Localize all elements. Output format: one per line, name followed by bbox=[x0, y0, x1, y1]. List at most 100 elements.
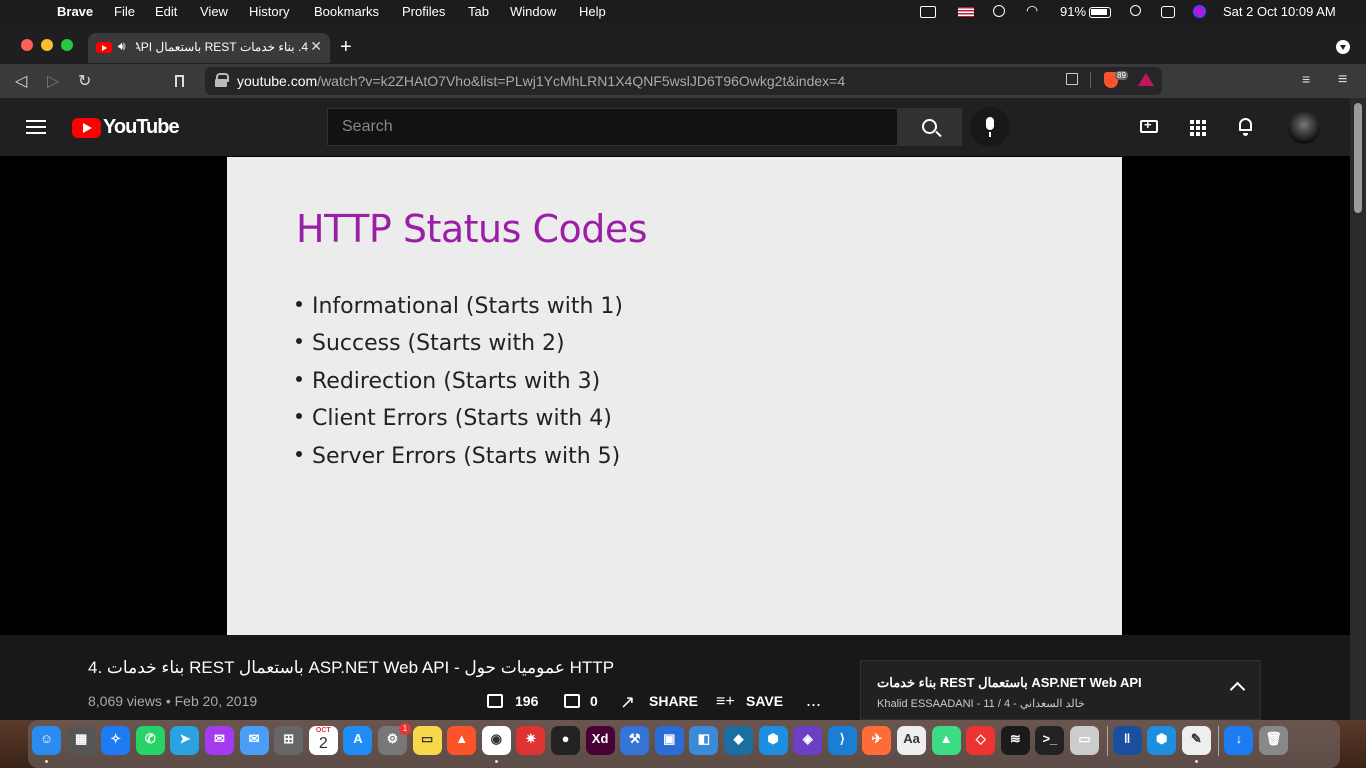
notes-icon[interactable]: ▭ bbox=[412, 726, 442, 755]
tab-title: 4. بناء خدمات REST باستعمال ASP.NET Web … bbox=[136, 40, 308, 54]
notifications-bell-icon[interactable] bbox=[1239, 118, 1252, 136]
menu-window[interactable]: Window bbox=[510, 4, 556, 19]
bookmark-icon[interactable] bbox=[175, 75, 184, 87]
trash-icon[interactable]: 🗑 bbox=[1259, 726, 1288, 755]
window-minimize-button[interactable] bbox=[41, 39, 53, 51]
create-video-icon[interactable] bbox=[1140, 117, 1158, 133]
adobe-xd-icon[interactable]: Xd bbox=[585, 726, 615, 755]
messenger-icon[interactable]: ✉ bbox=[205, 726, 234, 755]
telegram-icon[interactable]: ➤ bbox=[170, 726, 200, 755]
siri-icon[interactable] bbox=[1193, 5, 1206, 18]
slide-bullet: Success (Starts with 2) bbox=[296, 331, 565, 356]
tab-close-icon[interactable]: ✕ bbox=[310, 38, 322, 55]
hamburger-menu-icon[interactable] bbox=[26, 120, 46, 134]
battery-icon[interactable] bbox=[1089, 7, 1111, 18]
video-title: 4. بناء خدمات REST باستعمال ASP.NET Web … bbox=[88, 658, 615, 677]
docker-whale-icon[interactable]: ⬢ bbox=[1147, 726, 1177, 755]
anydesk-icon[interactable]: ◇ bbox=[966, 726, 996, 755]
search-button[interactable] bbox=[898, 108, 962, 146]
brave-rewards-icon[interactable] bbox=[1138, 73, 1154, 86]
menu-profiles[interactable]: Profiles bbox=[402, 4, 445, 19]
menu-tab[interactable]: Tab bbox=[468, 4, 489, 19]
compass-icon[interactable]: ✷ bbox=[516, 726, 546, 755]
share-icon[interactable]: ↗ bbox=[620, 692, 635, 713]
like-count[interactable]: 196 bbox=[515, 693, 538, 709]
tab-search-chevron-icon[interactable] bbox=[1336, 40, 1350, 54]
share-button[interactable]: SHARE bbox=[649, 693, 698, 709]
android-studio-icon[interactable]: ▲ bbox=[931, 726, 961, 755]
share-page-icon[interactable] bbox=[1066, 73, 1078, 85]
browser-tab-active[interactable]: 🔊︎ 4. بناء خدمات REST باستعمال ASP.NET W… bbox=[88, 33, 330, 63]
screen-mirroring-icon[interactable] bbox=[920, 6, 936, 18]
like-icon[interactable] bbox=[487, 694, 503, 708]
mysql-workbench-icon[interactable]: ◆ bbox=[724, 726, 753, 755]
back-button[interactable]: ◁ bbox=[15, 71, 27, 91]
menubar-clock[interactable]: Sat 2 Oct 10:09 AM bbox=[1223, 4, 1336, 19]
new-tab-button[interactable]: + bbox=[340, 36, 352, 59]
mail-icon[interactable]: ✉ bbox=[239, 726, 269, 755]
launchpad-icon[interactable]: ▦ bbox=[66, 726, 96, 755]
address-bar[interactable]: youtube.com/watch?v=k2ZHAtO7Vho&list=PLw… bbox=[205, 67, 1162, 95]
battery-percent: 91% bbox=[1060, 4, 1087, 19]
system-preferences-icon[interactable]: ⚙ 1 bbox=[378, 723, 411, 755]
visual-studio-icon[interactable]: ◈ bbox=[793, 726, 823, 755]
upload-date: Feb 20, 2019 bbox=[174, 693, 258, 709]
playlist-queue-icon[interactable]: ≡ bbox=[1302, 71, 1310, 87]
playlist-channel: Khalid ESSAADANI - خالد السعداني bbox=[877, 698, 1085, 710]
address-divider bbox=[1090, 72, 1091, 88]
window-close-button[interactable] bbox=[21, 39, 33, 51]
parallels-icon[interactable]: ‖ bbox=[1112, 726, 1142, 755]
browser-menu-icon[interactable]: ≡ bbox=[1338, 71, 1347, 89]
azure-data-studio-icon[interactable]: ◧ bbox=[689, 726, 719, 755]
activity-monitor-icon[interactable]: ≋ bbox=[1000, 726, 1030, 755]
preview-icon[interactable]: ✎ bbox=[1181, 726, 1211, 755]
menu-view[interactable]: View bbox=[200, 4, 228, 19]
menu-history[interactable]: History bbox=[249, 4, 289, 19]
calculator-icon[interactable]: ⊞ bbox=[274, 726, 304, 755]
window-zoom-button[interactable] bbox=[61, 39, 73, 51]
github-icon[interactable]: ● bbox=[551, 726, 580, 755]
search-input[interactable] bbox=[340, 117, 884, 137]
reload-button[interactable]: ↻ bbox=[78, 71, 91, 91]
finder-icon[interactable]: ☺ bbox=[32, 726, 61, 755]
postman-icon[interactable]: ✈ bbox=[862, 726, 892, 755]
brave-icon[interactable]: ▲ bbox=[447, 726, 477, 755]
screen-sharing-icon[interactable]: ▭ bbox=[1070, 726, 1099, 755]
dislike-count[interactable]: 0 bbox=[590, 693, 598, 709]
wifi-icon[interactable]: ◠ bbox=[1026, 2, 1038, 19]
dislike-icon[interactable] bbox=[564, 694, 580, 708]
us-flag-icon[interactable] bbox=[958, 7, 974, 17]
vscode-icon[interactable]: ⟩ bbox=[827, 726, 857, 755]
spotlight-search-icon[interactable] bbox=[1130, 5, 1141, 16]
menu-file[interactable]: File bbox=[114, 4, 135, 19]
menu-help[interactable]: Help bbox=[579, 4, 606, 19]
calendar-icon[interactable]: OCT 2 bbox=[308, 726, 338, 755]
app-menu-brave[interactable]: Brave bbox=[57, 4, 93, 19]
app-store-icon[interactable]: A bbox=[343, 726, 373, 755]
youtube-logo-icon[interactable] bbox=[72, 118, 101, 138]
menu-edit[interactable]: Edit bbox=[155, 4, 177, 19]
avatar[interactable] bbox=[1288, 112, 1320, 144]
view-count: 8,069 views bbox=[88, 693, 162, 709]
forward-button[interactable]: ▷ bbox=[47, 71, 59, 91]
simulator-icon[interactable]: ▣ bbox=[654, 726, 684, 755]
xcode-icon[interactable]: ⚒ bbox=[620, 726, 650, 755]
terminal-icon[interactable]: >_ bbox=[1035, 726, 1065, 755]
play-status-icon[interactable] bbox=[993, 5, 1005, 17]
more-actions-button[interactable]: ... bbox=[806, 690, 821, 711]
safari-icon[interactable]: ✧ bbox=[101, 726, 131, 755]
docker-icon[interactable]: ⬢ bbox=[758, 726, 788, 755]
speaker-audio-icon[interactable]: 🔊︎ bbox=[118, 39, 126, 54]
chrome-icon[interactable]: ◉ bbox=[481, 726, 511, 755]
youtube-logo-text[interactable]: YouTube bbox=[103, 116, 180, 139]
menu-bookmarks[interactable]: Bookmarks bbox=[314, 4, 379, 19]
apps-grid-icon[interactable] bbox=[1190, 120, 1206, 136]
save-button[interactable]: SAVE bbox=[746, 693, 783, 709]
downloads-icon[interactable]: ↓ bbox=[1224, 726, 1254, 755]
scrollbar-thumb[interactable] bbox=[1354, 103, 1362, 213]
instruments-icon[interactable]: Aa bbox=[897, 726, 926, 755]
save-playlist-icon[interactable]: ≡+ bbox=[716, 693, 735, 711]
whatsapp-icon[interactable]: ✆ bbox=[135, 726, 165, 755]
voice-search-button[interactable] bbox=[970, 107, 1010, 147]
control-center-icon[interactable] bbox=[1161, 6, 1175, 18]
